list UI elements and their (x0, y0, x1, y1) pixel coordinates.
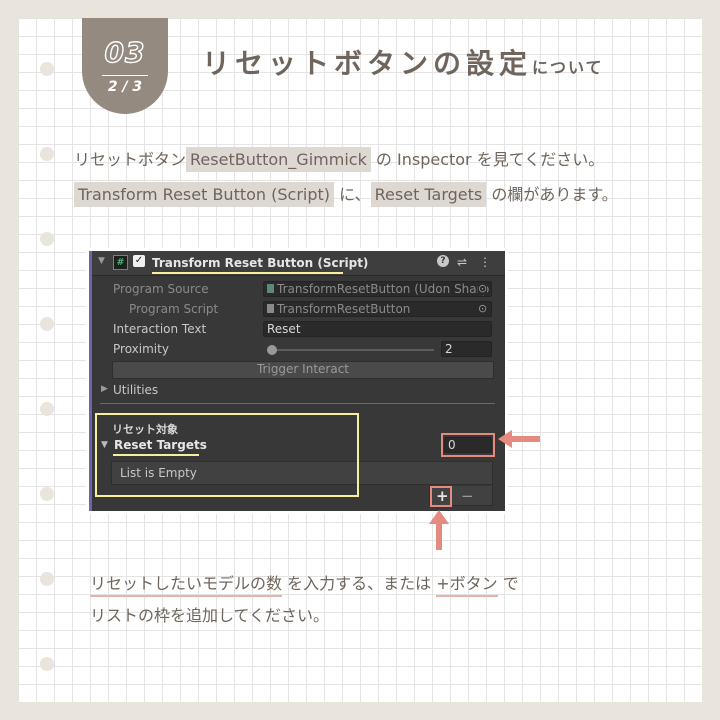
file-icon (267, 304, 274, 313)
model-count-phrase: リセットしたいモデルの数 (90, 574, 283, 597)
program-source-field[interactable]: TransformResetButton (Udon Sharp (263, 281, 492, 297)
selection-bar (89, 251, 92, 511)
instruction-text: を入力する、または (282, 574, 437, 593)
script-icon: # (113, 255, 128, 270)
reset-targets-highlight (95, 413, 359, 497)
program-source-label: Program Source (113, 282, 209, 296)
interaction-text-label: Interaction Text (113, 322, 207, 336)
instruction-line-2: リストの枠を追加してください。 (90, 606, 330, 625)
remove-element-button[interactable]: − (461, 487, 474, 505)
step-number: 03 (104, 35, 146, 69)
intro-line-1: リセットボタン ResetButton_Gimmick の Inspector を… (74, 146, 605, 172)
binder-hole (40, 62, 54, 76)
proximity-input[interactable]: 2 (441, 341, 492, 357)
arrow-up-icon (429, 510, 449, 550)
step-badge: 03 2 / 3 (82, 18, 168, 114)
binder-hole (40, 487, 54, 501)
intro-text: に、 (334, 185, 371, 204)
program-script-value: TransformResetButton (277, 302, 411, 316)
component-title: Transform Reset Button (Script) (152, 256, 369, 270)
instruction-line-1: リセットしたいモデルの数 を入力する、または +ボタン で (90, 570, 519, 597)
add-button-highlight (430, 486, 452, 507)
page-title: リセットボタンの設定について (202, 42, 604, 82)
binder-hole (40, 402, 54, 416)
proximity-label: Proximity (113, 342, 169, 356)
help-icon[interactable]: ? (437, 255, 449, 267)
binder-hole (40, 317, 54, 331)
asset-icon (267, 284, 274, 293)
inspector-panel: ▼ # ✓ Transform Reset Button (Script) ? … (86, 248, 508, 514)
title-suffix: について (532, 58, 604, 77)
interaction-text-input[interactable]: Reset (263, 321, 492, 337)
intro-text: の Inspector を見てください。 (370, 150, 605, 169)
title-main: リセットボタンの設定 (202, 47, 533, 80)
binder-hole (40, 232, 54, 246)
trigger-interact-button[interactable]: Trigger Interact (112, 361, 494, 379)
object-picker-icon[interactable]: ⊙ (478, 302, 488, 315)
program-script-field[interactable]: TransformResetButton (263, 301, 492, 317)
title-underline (152, 272, 343, 274)
intro-text: リセットボタン (74, 150, 187, 169)
binder-hole (40, 572, 54, 586)
enabled-checkbox[interactable]: ✓ (133, 255, 145, 267)
binder-hole (40, 147, 54, 161)
field-chip: Reset Targets (370, 182, 487, 207)
instruction-text: で (497, 574, 519, 593)
component-header[interactable]: ▼ # ✓ Transform Reset Button (Script) ? … (92, 251, 505, 276)
page: 03 2 / 3 リセットボタンの設定について リセットボタン ResetButt… (18, 18, 702, 702)
utilities-foldout[interactable]: Utilities (113, 383, 158, 397)
foldout-arrow-icon[interactable]: ▼ (98, 256, 105, 266)
proximity-slider-track[interactable] (267, 349, 434, 351)
proximity-slider-thumb[interactable] (267, 345, 277, 355)
object-name-chip: ResetButton_Gimmick (186, 147, 371, 172)
step-fraction: 2 / 3 (107, 79, 143, 95)
preset-icon[interactable]: ⇌ (457, 255, 467, 269)
badge-divider (102, 75, 148, 76)
menu-icon[interactable]: ⋮ (479, 255, 491, 269)
foldout-arrow-icon[interactable]: ▶ (101, 384, 108, 394)
program-source-value: TransformResetButton (Udon Sharp (277, 282, 490, 296)
array-size-highlight (441, 433, 495, 457)
object-picker-icon[interactable]: ⊙ (478, 282, 488, 295)
arrow-left-icon (498, 430, 540, 448)
program-script-label: Program Script (129, 302, 219, 316)
section-divider (100, 403, 495, 404)
intro-line-2: Transform Reset Button (Script) に、 Reset … (74, 181, 618, 207)
component-chip: Transform Reset Button (Script) (74, 182, 335, 207)
intro-text: の欄があります。 (486, 185, 618, 204)
plus-button-phrase: +ボタン (436, 574, 498, 597)
binder-hole (40, 657, 54, 671)
